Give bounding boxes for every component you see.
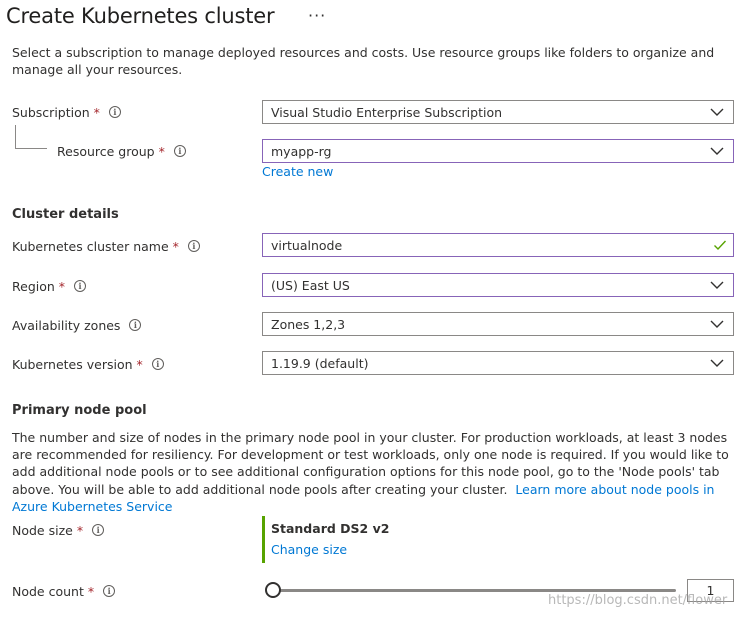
primary-node-pool-heading: Primary node pool (12, 403, 147, 418)
node-count-label: Node count * i (12, 581, 116, 601)
node-count-label-text: Node count (12, 583, 84, 599)
required-marker: * (136, 356, 143, 372)
info-icon[interactable]: i (108, 106, 121, 118)
chevron-down-icon (710, 147, 724, 155)
kubernetes-version-label-text: Kubernetes version (12, 356, 133, 372)
kubernetes-version-value: 1.19.9 (default) (271, 355, 369, 371)
info-icon[interactable]: i (173, 145, 186, 157)
node-pool-description: The number and size of nodes in the prim… (12, 429, 738, 515)
required-marker: * (172, 238, 179, 254)
cluster-name-value: virtualnode (271, 237, 343, 253)
cluster-name-label: Kubernetes cluster name * i (12, 236, 200, 256)
watermark: https://blog.csdn.net/flower (548, 593, 728, 608)
info-icon[interactable]: i (74, 280, 87, 292)
subscription-value: Visual Studio Enterprise Subscription (271, 104, 503, 120)
region-value: (US) East US (271, 277, 350, 293)
availability-zones-value: Zones 1,2,3 (271, 316, 346, 332)
node-size-value: Standard DS2 v2 (271, 521, 390, 536)
cluster-name-input[interactable]: virtualnode (262, 233, 734, 257)
change-size-link[interactable]: Change size (271, 542, 347, 557)
required-marker: * (93, 104, 100, 120)
resource-group-value: myapp-rg (271, 143, 332, 159)
availability-zones-dropdown[interactable]: Zones 1,2,3 (262, 312, 734, 336)
availability-zones-label: Availability zones i (12, 315, 142, 335)
region-dropdown[interactable]: (US) East US (262, 273, 734, 297)
region-label: Region * i (12, 276, 87, 296)
create-new-link[interactable]: Create new (262, 164, 333, 179)
node-count-slider-thumb[interactable] (265, 582, 281, 598)
node-count-slider-track[interactable] (272, 589, 676, 592)
checkmark-icon (714, 240, 727, 251)
tree-connector-vertical (15, 125, 16, 148)
tree-connector-horizontal (15, 148, 47, 149)
resource-group-label-text: Resource group (57, 143, 155, 159)
required-marker: * (58, 278, 66, 294)
node-size-label-text: Node size (12, 522, 73, 538)
intro-text: Select a subscription to manage deployed… (12, 45, 715, 77)
resource-group-label: Resource group * i (57, 141, 186, 161)
info-icon[interactable]: i (187, 240, 200, 252)
node-size-label: Node size * i (12, 520, 105, 540)
required-marker: * (87, 583, 95, 599)
subscription-label: Subscription * i (12, 102, 121, 122)
availability-zones-label-text: Availability zones (12, 317, 121, 333)
more-options-button[interactable]: ··· (308, 6, 326, 25)
chevron-down-icon (710, 359, 724, 367)
info-icon[interactable]: i (129, 319, 142, 331)
chevron-down-icon (710, 320, 724, 328)
info-icon[interactable]: i (151, 358, 164, 370)
info-icon[interactable]: i (103, 585, 116, 597)
subscription-dropdown[interactable]: Visual Studio Enterprise Subscription (262, 100, 734, 124)
scroll-mask (0, 36, 752, 45)
required-marker: * (76, 522, 84, 538)
kubernetes-version-dropdown[interactable]: 1.19.9 (default) (262, 351, 734, 375)
cluster-details-heading: Cluster details (12, 207, 119, 222)
chevron-down-icon (710, 281, 724, 289)
info-icon[interactable]: i (92, 524, 105, 536)
node-size-valid-indicator (262, 516, 265, 563)
subscription-label-text: Subscription (12, 104, 90, 120)
resource-group-dropdown[interactable]: myapp-rg (262, 139, 734, 163)
region-label-text: Region (12, 278, 55, 294)
cluster-name-label-text: Kubernetes cluster name (12, 238, 169, 254)
chevron-down-icon (710, 108, 724, 116)
kubernetes-version-label: Kubernetes version * i (12, 354, 164, 374)
required-marker: * (158, 143, 165, 159)
page-title: Create Kubernetes cluster (6, 4, 275, 28)
